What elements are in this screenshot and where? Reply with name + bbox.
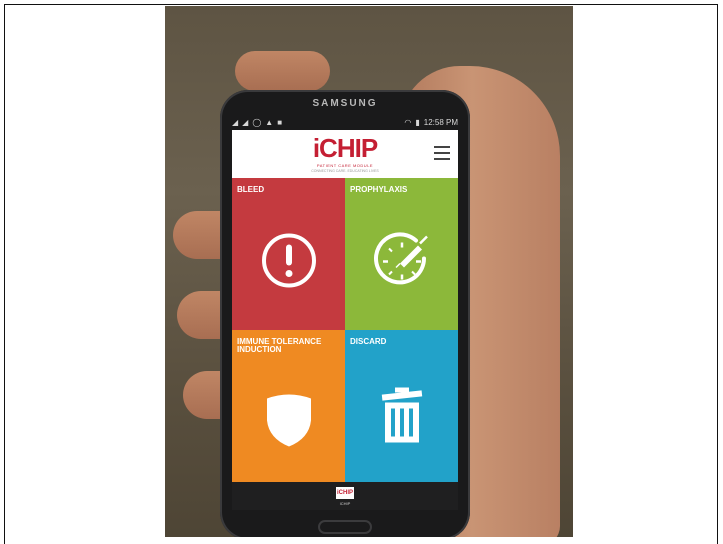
mail-icon: ■ (277, 117, 283, 127)
app-header: iCHIP PATIENT CARE MODULE CONNECTING CAR… (232, 130, 458, 179)
tile-label: BLEED (237, 185, 265, 194)
status-bar: ◢ ◢ ◯ ▲ ■ ◠ ▮ 12:58 PM (232, 114, 458, 130)
tile-prophylaxis[interactable]: PROPHYLAXIS (345, 178, 458, 330)
bottom-app-caption: ICHIP (339, 500, 351, 506)
phone-brand: SAMSUNG (312, 98, 378, 109)
tile-grid: BLEED PROPHYLAXIS IMMUNE TOLERANCE INDUC… (232, 178, 458, 482)
bottom-app-logo[interactable]: iCHIP (336, 486, 354, 499)
tile-label: DISCARD (350, 337, 387, 346)
signal-icon: ◢ (232, 117, 239, 127)
tile-label: PROPHYLAXIS (350, 185, 408, 194)
phone: SAMSUNG ◢ ◢ ◯ ▲ ■ ◠ ▮ 12:58 PM iCHIP PAT… (220, 90, 470, 537)
tile-bleed[interactable]: BLEED (232, 178, 345, 330)
photo: SAMSUNG ◢ ◢ ◯ ▲ ■ ◠ ▮ 12:58 PM iCHIP PAT… (165, 6, 573, 537)
system-icons: ◠ ▮ 12:58 PM (404, 118, 458, 127)
chat-icon: ◯ (252, 117, 262, 127)
hamburger-menu-icon[interactable] (434, 146, 450, 160)
notification-icons: ◢ ◢ ◯ ▲ ■ (232, 118, 282, 127)
tile-immune-tolerance-induction[interactable]: IMMUNE TOLERANCE INDUCTION (232, 330, 345, 482)
logo-tagline: PATIENT CARE MODULE (316, 163, 374, 168)
warning-icon: ▲ (265, 117, 274, 127)
app-logo: iCHIP (312, 133, 378, 163)
tile-label: IMMUNE TOLERANCE INDUCTION (237, 337, 322, 354)
bottom-bar: iCHIP ICHIP (232, 482, 458, 510)
notification-icon: ◢ (242, 117, 249, 127)
syringe-clock-icon (370, 229, 434, 298)
exclamation-circle-icon (260, 232, 318, 295)
home-button[interactable] (318, 520, 372, 534)
trash-icon (379, 386, 425, 451)
status-time: 12:58 PM (423, 117, 458, 127)
finger (235, 51, 330, 91)
logo-subtagline: CONNECTING CARE. EDUCATING LIVES (311, 169, 379, 173)
app-screen: iCHIP PATIENT CARE MODULE CONNECTING CAR… (232, 130, 458, 482)
shield-icon (264, 389, 314, 454)
battery-icon: ▮ (415, 117, 420, 127)
tile-discard[interactable]: DISCARD (345, 330, 458, 482)
wifi-icon: ◠ (404, 117, 412, 127)
